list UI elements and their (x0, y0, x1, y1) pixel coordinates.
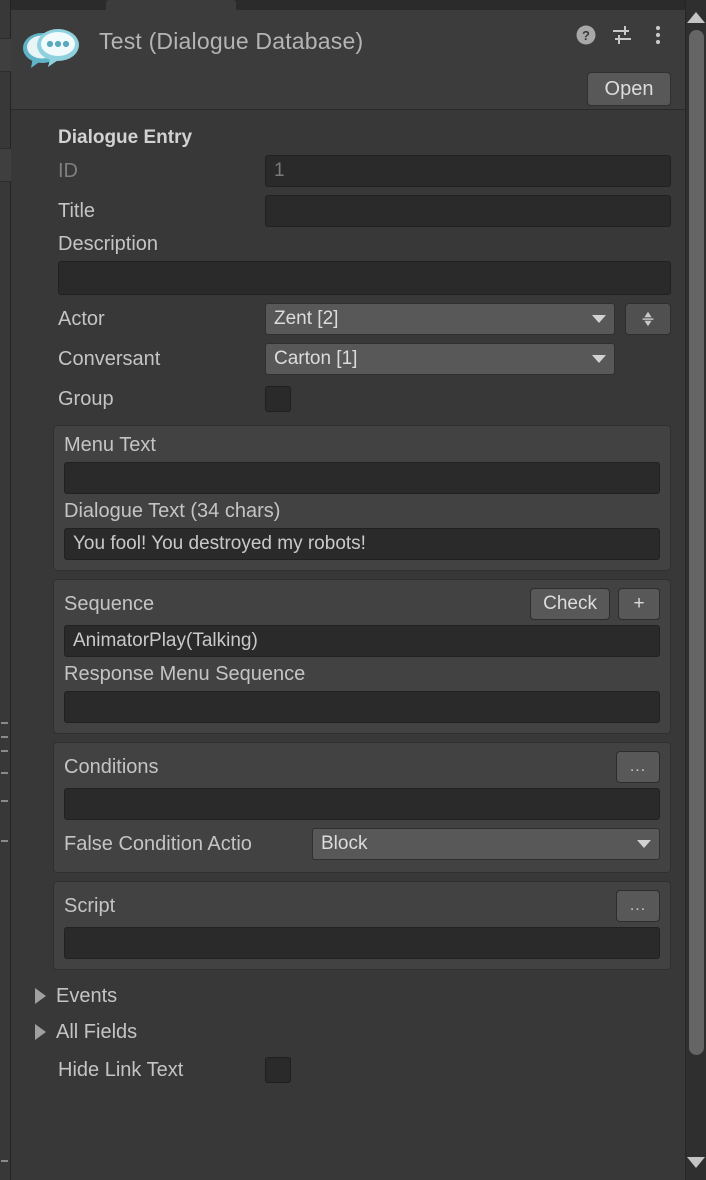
foldout-events-label: Events (56, 984, 118, 1007)
script-input[interactable] (64, 927, 660, 959)
description-input[interactable] (58, 261, 671, 295)
adjacent-panel-item (0, 148, 11, 182)
chevron-right-icon (35, 988, 46, 1004)
conditions-label: Conditions (64, 755, 159, 778)
svg-text:?: ? (582, 28, 590, 43)
script-group: Script ... (53, 881, 671, 970)
window-tab-strip (11, 0, 706, 10)
chevron-down-icon (637, 840, 651, 848)
title-label: Title (58, 199, 96, 222)
adjacent-panel-tick (1, 772, 8, 774)
conversant-value: Carton [1] (274, 348, 358, 369)
scroll-up-arrow-icon[interactable] (687, 12, 705, 23)
sequence-group: Sequence Check + AnimatorPlay(Talking) R… (53, 579, 671, 734)
title-input[interactable] (265, 195, 671, 227)
foldout-all-fields-label: All Fields (56, 1020, 138, 1043)
chevron-down-icon (592, 355, 606, 363)
menu-text-input[interactable] (64, 462, 660, 494)
page-title: Test (Dialogue Database) (99, 28, 364, 54)
false-condition-action-row: False Condition Actio Block (64, 826, 660, 862)
inspector-window: Test (Dialogue Database) ? Open Dialogue… (0, 0, 706, 1180)
group-row: Group (25, 381, 671, 417)
hide-link-text-checkbox[interactable] (265, 1057, 291, 1083)
script-more-button[interactable]: ... (616, 890, 660, 922)
sequence-input[interactable]: AnimatorPlay(Talking) (64, 625, 660, 657)
kebab-menu-icon[interactable] (647, 24, 669, 46)
group-checkbox[interactable] (265, 386, 291, 412)
conversant-dropdown[interactable]: Carton [1] (265, 343, 615, 375)
conversant-row: Conversant Carton [1] (25, 341, 671, 377)
actor-row: Actor Zent [2] (25, 301, 671, 337)
response-menu-sequence-input[interactable] (64, 691, 660, 723)
sequence-label: Sequence (64, 592, 155, 615)
id-label: ID (58, 159, 78, 182)
vertical-scrollbar[interactable] (685, 0, 706, 1180)
conditions-header: Conditions ... (64, 751, 660, 783)
inspector-body: Dialogue Entry ID 1 Title Description Ac… (11, 111, 685, 1180)
scrollbar-thumb[interactable] (689, 30, 704, 1055)
conversant-label: Conversant (58, 347, 161, 370)
adjacent-panel-tick (1, 736, 8, 738)
group-label: Group (58, 387, 114, 410)
help-icon[interactable]: ? (575, 24, 597, 46)
adjacent-panel-tick (1, 800, 8, 802)
false-condition-action-label: False Condition Actio (64, 832, 252, 855)
add-sequence-button[interactable]: + (618, 588, 660, 620)
sequence-buttons: Check + (530, 588, 660, 620)
chevron-down-icon (592, 315, 606, 323)
conditions-input[interactable] (64, 788, 660, 820)
dialogue-entry-heading: Dialogue Entry (58, 127, 193, 148)
actor-value: Zent [2] (274, 308, 339, 329)
title-row: Title (25, 193, 671, 229)
description-label: Description (58, 233, 159, 255)
menu-text-label: Menu Text (64, 434, 156, 456)
swap-actors-button[interactable] (625, 303, 671, 335)
response-menu-sequence-label: Response Menu Sequence (64, 663, 306, 685)
hide-link-text-label: Hide Link Text (58, 1058, 184, 1081)
adjacent-panel-edge (0, 0, 11, 1180)
swap-actors-icon (642, 311, 654, 327)
adjacent-panel-item (0, 38, 11, 72)
foldout-events[interactable]: Events (25, 978, 671, 1014)
adjacent-panel-tick (1, 1160, 8, 1162)
false-condition-action-value: Block (321, 833, 368, 854)
adjacent-panel-tick (1, 750, 8, 752)
inspector-tab[interactable] (106, 0, 236, 10)
asset-header: Test (Dialogue Database) ? Open (11, 10, 685, 110)
header-icon-group: ? (575, 24, 669, 46)
check-sequence-button[interactable]: Check (530, 588, 610, 620)
id-field: 1 (265, 155, 671, 187)
preset-sliders-icon[interactable] (611, 24, 633, 46)
actor-dropdown[interactable]: Zent [2] (265, 303, 615, 335)
sequence-header: Sequence Check + (64, 588, 660, 620)
open-button[interactable]: Open (587, 72, 671, 106)
chevron-right-icon (35, 1024, 46, 1040)
scroll-down-arrow-icon[interactable] (687, 1157, 705, 1168)
dialogue-database-icon (20, 24, 82, 72)
false-condition-action-dropdown[interactable]: Block (312, 828, 660, 860)
adjacent-panel-tick (1, 722, 8, 724)
conditions-more-button[interactable]: ... (616, 751, 660, 783)
actor-label: Actor (58, 307, 105, 330)
dialogue-text-label: Dialogue Text (34 chars) (64, 500, 281, 522)
id-row: ID 1 (25, 153, 671, 189)
hide-link-text-row: Hide Link Text (25, 1052, 671, 1088)
conditions-group: Conditions ... False Condition Actio Blo… (53, 742, 671, 873)
adjacent-panel-tick (1, 840, 8, 842)
foldout-all-fields[interactable]: All Fields (25, 1014, 671, 1050)
dialogue-text-input[interactable]: You fool! You destroyed my robots! (64, 528, 660, 560)
text-group: Menu Text Dialogue Text (34 chars) You f… (53, 425, 671, 571)
script-header: Script ... (64, 890, 660, 922)
script-label: Script (64, 894, 116, 917)
